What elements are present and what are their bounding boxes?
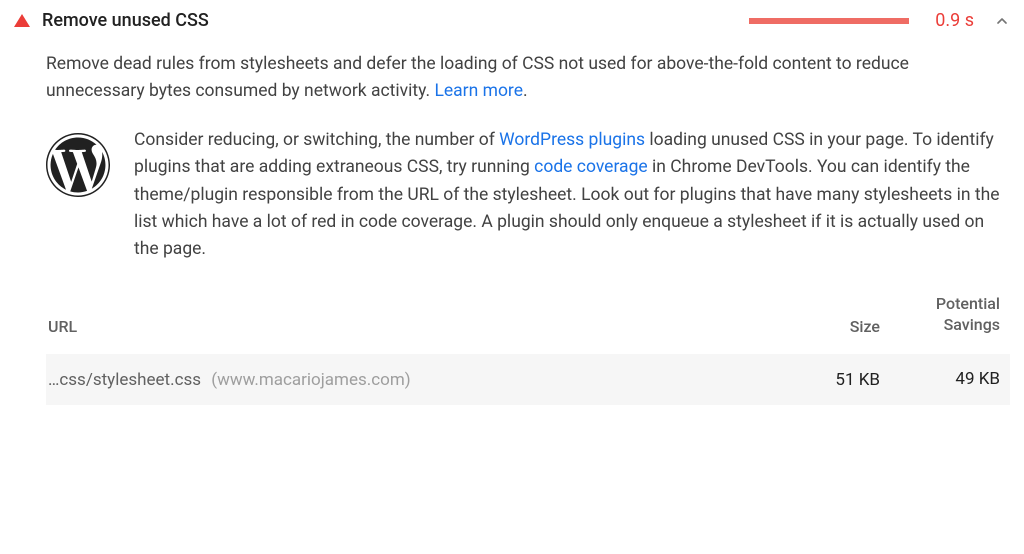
table-header: URL Size Potential Savings [46,293,1010,354]
audit-body: Remove dead rules from stylesheets and d… [0,39,1024,405]
audit-description: Remove dead rules from stylesheets and d… [46,51,1010,105]
wordpress-plugins-link[interactable]: WordPress plugins [499,130,645,150]
learn-more-link[interactable]: Learn more [434,81,523,101]
cell-size: 51 KB [780,370,880,390]
bar-gauge [749,18,909,24]
column-header-size: Size [780,317,880,336]
stackpack-text-1: Consider reducing, or switching, the num… [134,130,499,150]
table-row: …css/stylesheet.css (www.macariojames.co… [46,354,1010,405]
warning-triangle-icon [14,14,30,27]
url-domain: (www.macariojames.com) [211,370,410,390]
code-coverage-link[interactable]: code coverage [534,157,648,177]
cell-savings: 49 KB [880,368,1000,391]
cell-url: …css/stylesheet.css (www.macariojames.co… [48,370,780,390]
wordpress-icon [46,133,110,197]
description-period: . [523,81,528,101]
savings-header-line2: Savings [880,314,1000,336]
audit-header[interactable]: Remove unused CSS 0.9 s [0,0,1024,39]
stack-pack: Consider reducing, or switching, the num… [46,127,1010,263]
stackpack-description: Consider reducing, or switching, the num… [134,127,1010,263]
savings-header-line1: Potential [880,293,1000,315]
time-value: 0.9 s [935,10,974,31]
chevron-up-icon[interactable] [994,13,1010,29]
audit-title: Remove unused CSS [42,10,737,31]
column-header-url: URL [48,317,780,336]
url-path[interactable]: …css/stylesheet.css [48,370,201,390]
column-header-savings: Potential Savings [880,293,1000,336]
